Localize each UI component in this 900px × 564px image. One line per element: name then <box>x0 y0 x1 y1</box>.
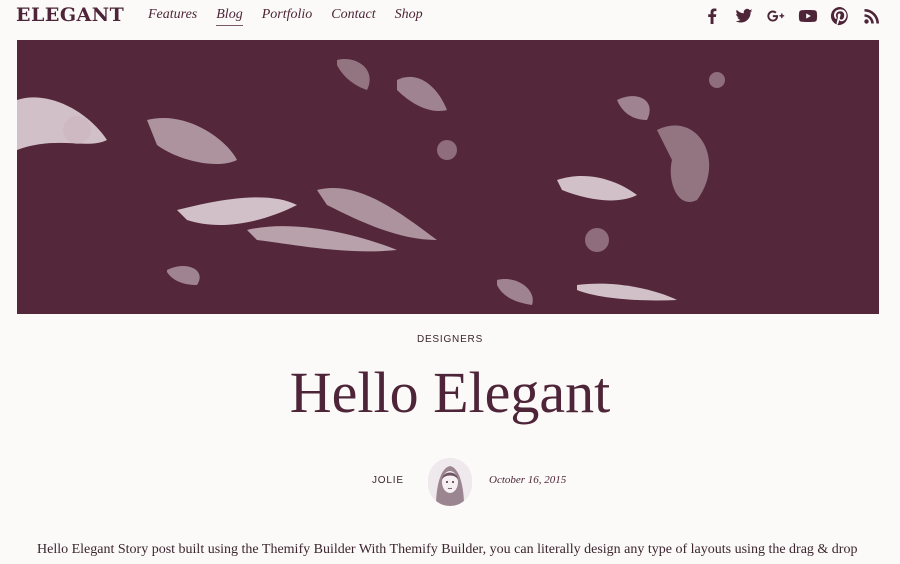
post-author[interactable]: JOLIE <box>372 475 412 486</box>
nav-item-features[interactable]: Features <box>148 7 197 26</box>
hero-image <box>17 40 879 314</box>
post-excerpt: Hello Elegant Story post built using the… <box>37 542 858 557</box>
nav-item-portfolio[interactable]: Portfolio <box>262 7 313 26</box>
site-header: ELEGANT Features Blog Portfolio Contact … <box>0 0 900 34</box>
youtube-icon[interactable] <box>798 6 818 26</box>
nav-item-shop[interactable]: Shop <box>395 7 423 26</box>
main-nav: Features Blog Portfolio Contact Shop <box>148 7 423 26</box>
google-plus-icon[interactable] <box>766 6 786 26</box>
post-date: October 16, 2015 <box>489 474 567 486</box>
nav-item-blog[interactable]: Blog <box>216 7 243 26</box>
avatar[interactable] <box>428 458 472 506</box>
nav-item-contact[interactable]: Contact <box>331 7 375 26</box>
facebook-icon[interactable] <box>702 6 722 26</box>
post-category[interactable]: DESIGNERS <box>0 334 900 345</box>
twitter-icon[interactable] <box>734 6 754 26</box>
rss-icon[interactable] <box>862 6 882 26</box>
site-logo[interactable]: ELEGANT <box>16 4 124 26</box>
social-links <box>702 6 882 26</box>
post-title: Hello Elegant <box>289 360 611 425</box>
pinterest-icon[interactable] <box>830 6 850 26</box>
